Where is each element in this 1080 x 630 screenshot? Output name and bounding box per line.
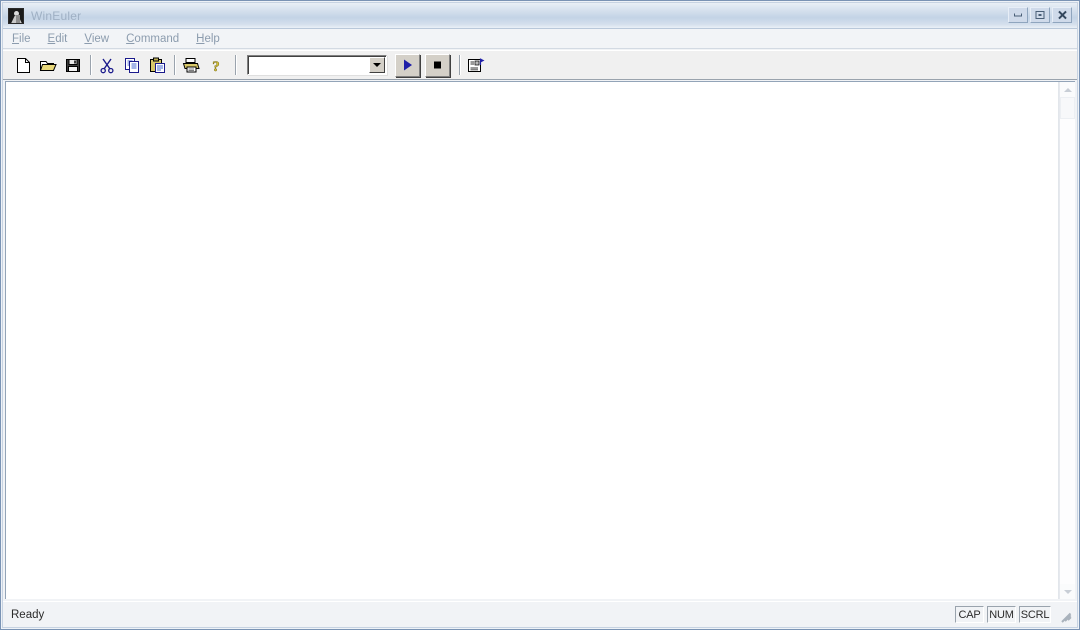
- clipboard-icon: [149, 57, 165, 73]
- paste-button[interactable]: [145, 54, 169, 77]
- resize-gripper[interactable]: [1059, 607, 1075, 623]
- euler-portrait-icon[interactable]: [8, 7, 24, 24]
- copy-button[interactable]: [120, 54, 144, 77]
- floppy-disk-icon: [65, 58, 80, 72]
- cut-button[interactable]: [95, 54, 119, 77]
- status-message: Ready: [11, 608, 45, 621]
- status-pane-scroll: SCRL: [1019, 606, 1051, 623]
- window-controls: [1008, 7, 1072, 23]
- stop-square-icon: [434, 61, 441, 69]
- scroll-down-icon: [1063, 589, 1072, 594]
- new-document-icon: [16, 57, 30, 73]
- vertical-scrollbar[interactable]: [1059, 82, 1075, 599]
- menu-item-edit[interactable]: Edit: [48, 32, 77, 46]
- play-triangle-icon: [404, 59, 412, 71]
- save-document-button[interactable]: [61, 54, 85, 77]
- question-mark-icon: ?: [212, 58, 220, 74]
- menu-item-file[interactable]: File: [12, 32, 40, 46]
- status-bar: Ready CAP NUM SCRL: [3, 601, 1077, 627]
- scrollbar-track[interactable]: [1060, 119, 1075, 584]
- toolbar-separator-3: [229, 54, 243, 76]
- app-window: WinEuler File Edit View Command Help ? R…: [0, 0, 1080, 630]
- copy-icon: [124, 57, 139, 73]
- menu-item-help[interactable]: Help: [196, 32, 229, 46]
- properties-button[interactable]: [464, 54, 488, 77]
- stop-button[interactable]: [425, 53, 450, 77]
- scroll-up-button[interactable]: [1060, 82, 1075, 97]
- toolbar-separator-1: [86, 54, 95, 76]
- status-pane-num: NUM: [987, 606, 1016, 623]
- printer-icon: [182, 57, 200, 72]
- document-properties-icon: [467, 58, 484, 72]
- window-inner-frame: WinEuler File Edit View Command Help ? R…: [2, 2, 1078, 628]
- menu-bar: File Edit View Command Help: [3, 29, 1077, 49]
- open-folder-icon: [39, 60, 57, 71]
- title-bar[interactable]: WinEuler: [3, 3, 1077, 29]
- window-title: WinEuler: [31, 8, 82, 23]
- help-button[interactable]: ?: [204, 54, 228, 77]
- maximize-icon: [1035, 11, 1045, 19]
- minimize-icon: [1014, 13, 1022, 17]
- scroll-up-icon: [1063, 87, 1072, 92]
- scroll-down-button[interactable]: [1060, 584, 1075, 599]
- new-document-button[interactable]: [11, 54, 35, 77]
- toolbar: ?: [3, 50, 1077, 80]
- toolbar-separator-4: [455, 54, 464, 76]
- command-input[interactable]: [251, 58, 367, 72]
- minimize-button[interactable]: [1008, 7, 1028, 23]
- run-button[interactable]: [395, 53, 420, 77]
- close-icon: [1058, 11, 1067, 19]
- toolbar-separator-2: [170, 54, 179, 76]
- status-indicator-group: CAP NUM SCRL: [952, 606, 1051, 623]
- svg-text:?: ?: [212, 59, 220, 74]
- menu-item-command[interactable]: Command: [126, 32, 188, 46]
- print-button[interactable]: [179, 54, 203, 77]
- status-pane-caps: CAP: [955, 606, 984, 623]
- chevron-down-icon[interactable]: [369, 57, 385, 73]
- menu-item-view[interactable]: View: [84, 32, 118, 46]
- client-area-frame: [5, 81, 1075, 599]
- open-document-button[interactable]: [36, 54, 60, 77]
- scrollbar-thumb[interactable]: [1060, 97, 1075, 119]
- scissors-icon: [100, 58, 114, 73]
- close-button[interactable]: [1052, 7, 1072, 23]
- maximize-button[interactable]: [1030, 7, 1050, 23]
- document-canvas[interactable]: [6, 82, 1059, 599]
- command-combo[interactable]: [247, 55, 387, 75]
